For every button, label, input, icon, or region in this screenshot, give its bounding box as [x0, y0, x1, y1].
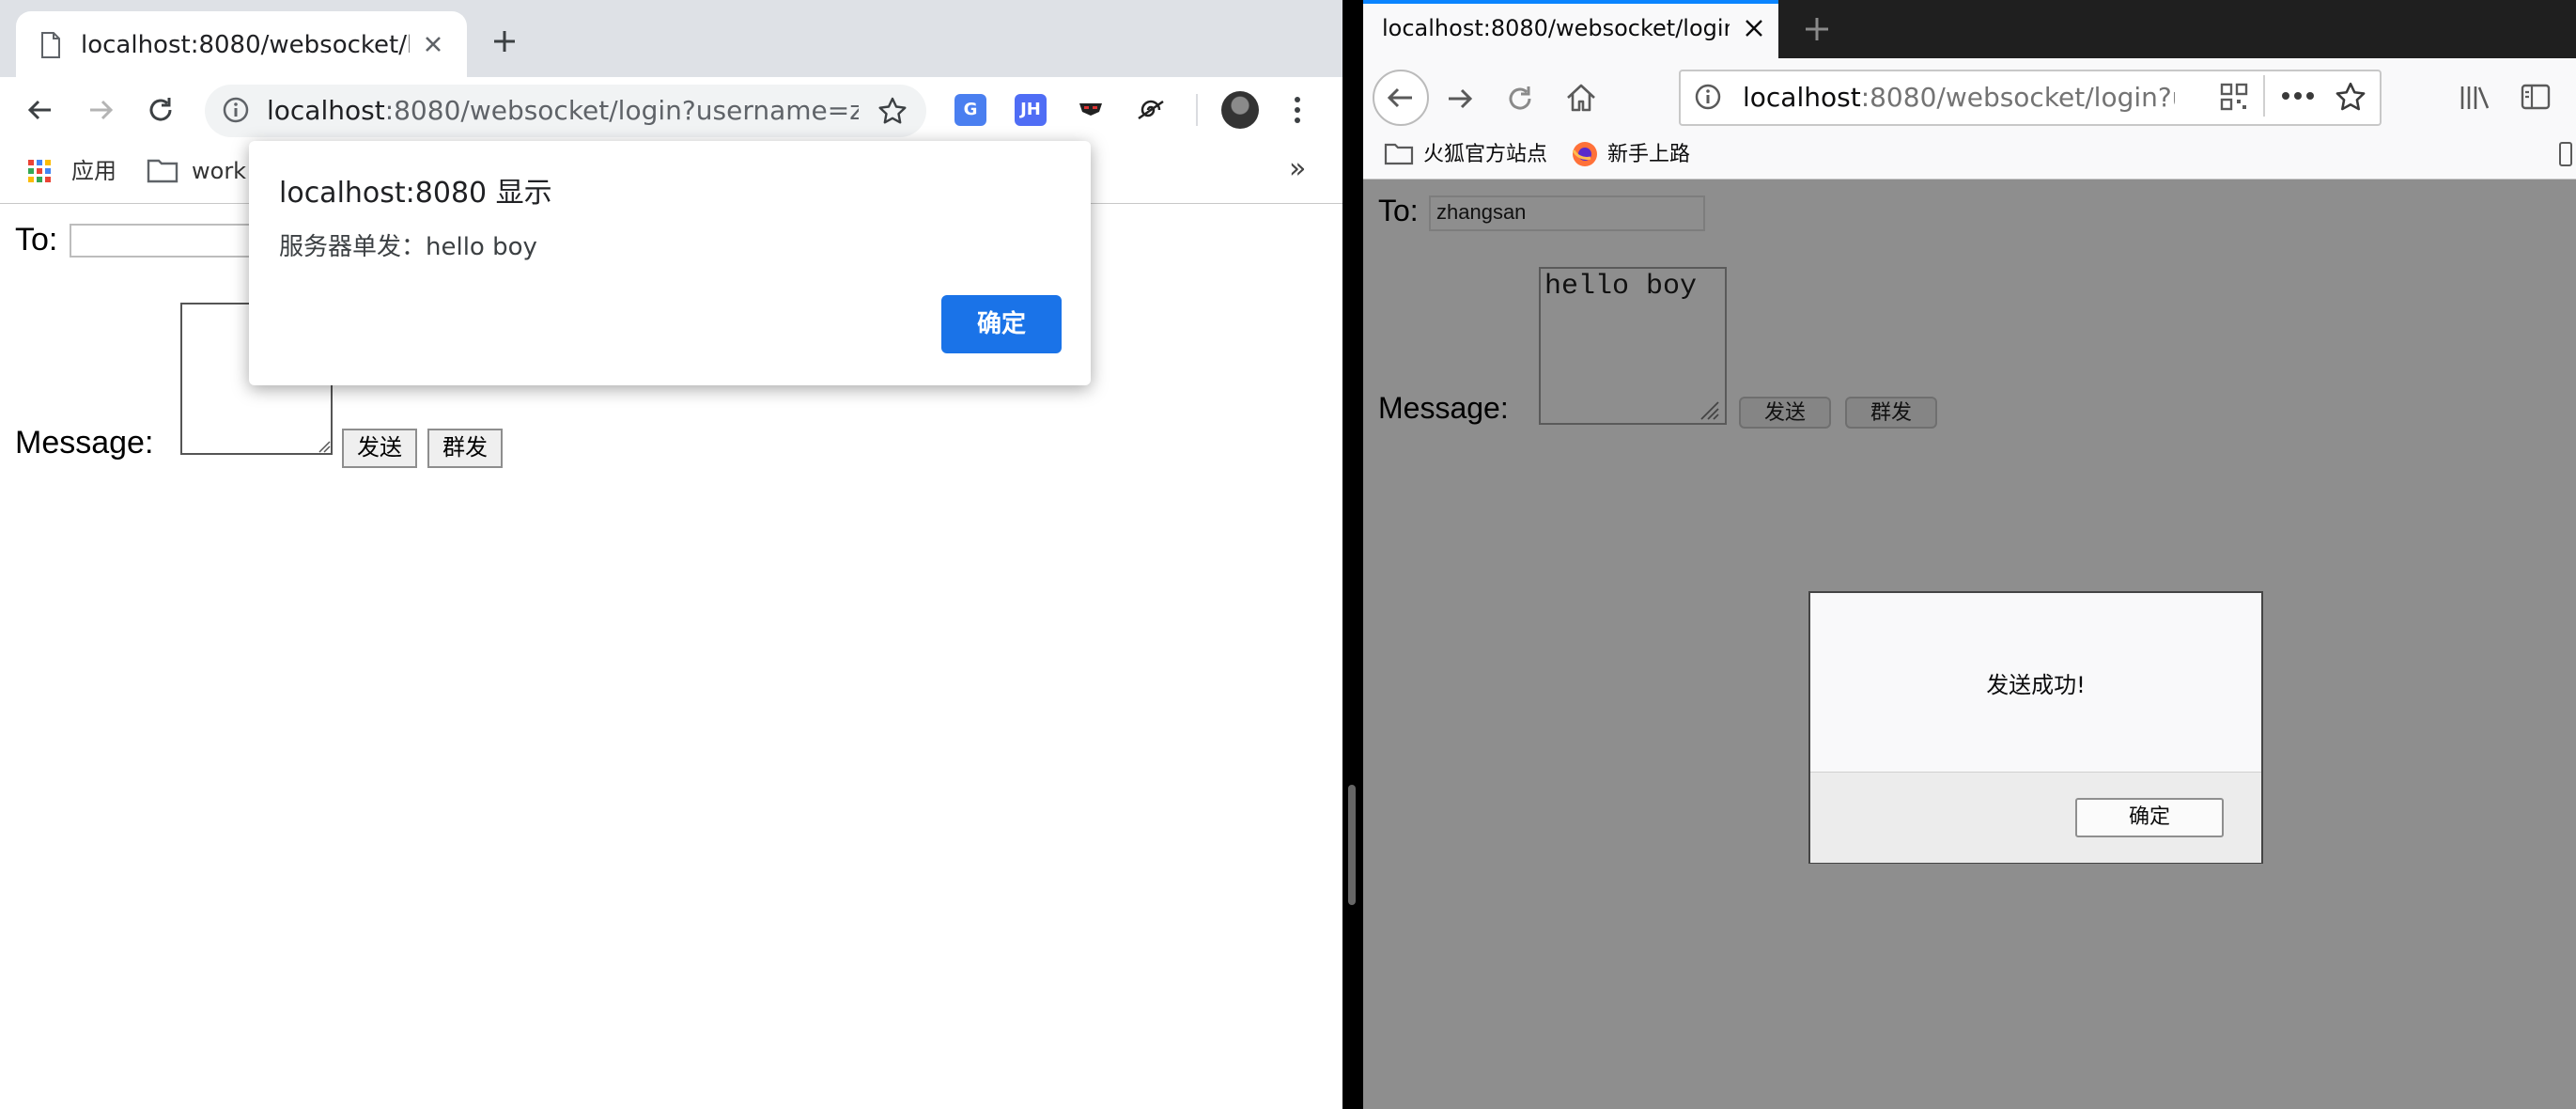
reload-icon[interactable] — [145, 94, 177, 126]
apps-grid-icon[interactable] — [26, 158, 53, 184]
split-grip[interactable] — [1348, 785, 1356, 905]
urlbar-divider — [2263, 75, 2265, 117]
firefox-alert-dialog: 发送成功! 确定 — [1808, 591, 2263, 864]
close-icon[interactable] — [421, 32, 445, 56]
url-host: localhost — [1743, 82, 1861, 113]
dialog-message: 发送成功! — [1986, 672, 2086, 698]
alert-title: localhost:8080 显示 — [279, 177, 552, 210]
firefox-tab-title: localhost:8080/websocket/login?username=… — [1382, 15, 1730, 41]
to-label: To: — [1378, 194, 1419, 227]
message-label: Message: — [1378, 391, 1509, 425]
alert-message: 服务器单发：hello boy — [279, 233, 537, 261]
home-icon[interactable] — [1564, 81, 1598, 115]
alert-ok-button[interactable]: 确定 — [941, 295, 1062, 353]
close-icon[interactable] — [1743, 17, 1765, 39]
back-arrow-icon[interactable] — [24, 94, 56, 126]
chrome-tab-title: localhost:8080/websocket/login?username=… — [81, 31, 410, 59]
to-input[interactable]: zhangsan — [1429, 195, 1705, 231]
library-icon[interactable] — [2459, 83, 2491, 113]
info-icon[interactable] — [1694, 83, 1722, 111]
bookmark-work[interactable]: work — [192, 155, 246, 187]
folder-icon — [147, 157, 178, 183]
overflow-device-icon[interactable] — [2558, 141, 2573, 167]
resize-grip-icon[interactable] — [318, 440, 331, 453]
chrome-alert-dialog: localhost:8080 显示 服务器单发：hello boy 确定 — [249, 141, 1091, 385]
jh-extension-label: JH — [1020, 100, 1041, 119]
bookmark-star-icon[interactable] — [877, 96, 908, 126]
menu-kebab-icon[interactable] — [1293, 94, 1302, 126]
firefox-logo-icon — [1572, 141, 1598, 167]
spiral-extension-icon[interactable] — [1135, 94, 1167, 126]
new-tab-icon[interactable] — [1803, 15, 1831, 43]
back-button[interactable] — [1373, 70, 1429, 126]
new-tab-icon[interactable] — [491, 28, 518, 55]
reload-icon[interactable] — [1504, 83, 1536, 115]
toolbar-divider — [1196, 94, 1198, 126]
message-label: Message: — [15, 425, 154, 461]
forward-arrow-icon[interactable] — [1444, 83, 1476, 115]
mask-extension-icon[interactable] — [1075, 94, 1107, 126]
url-path: :8080/websocket/login?username=z... — [384, 95, 859, 126]
forward-arrow-icon[interactable] — [85, 94, 116, 126]
broadcast-button[interactable]: 群发 — [427, 429, 503, 468]
page-actions-icon[interactable] — [2280, 86, 2316, 105]
qr-code-icon[interactable] — [2220, 83, 2248, 111]
send-button[interactable]: 发送 — [1739, 397, 1831, 429]
bookmarks-more[interactable]: » — [1289, 152, 1306, 185]
jh-extension-icon[interactable]: JH — [1015, 94, 1047, 126]
avatar[interactable] — [1221, 91, 1259, 129]
bookmark-apps[interactable]: 应用 — [71, 155, 116, 187]
url-text: localhost:8080/websocket/login?us — [1743, 79, 2175, 117]
folder-icon — [1384, 141, 1414, 165]
document-icon — [39, 32, 62, 58]
broadcast-button[interactable]: 群发 — [1845, 397, 1937, 429]
to-label: To: — [15, 222, 58, 258]
translate-extension-label: G — [963, 100, 978, 119]
url-host: localhost — [267, 95, 385, 126]
bookmark-firefox-sites[interactable]: 火狐官方站点 — [1423, 137, 1547, 173]
bookmark-star-icon[interactable] — [2335, 81, 2367, 113]
sidebar-icon[interactable] — [2521, 83, 2551, 111]
send-button[interactable]: 发送 — [342, 429, 417, 468]
url-text: localhost:8080/websocket/login?username=… — [267, 92, 859, 130]
window-split-divider[interactable] — [1342, 0, 1363, 1109]
bookmark-getting-started[interactable]: 新手上路 — [1607, 137, 1690, 173]
resize-grip-icon[interactable] — [1698, 398, 1720, 421]
info-icon[interactable] — [222, 96, 250, 124]
translate-extension-icon[interactable]: G — [954, 94, 986, 126]
chrome-window: localhost:8080/websocket/login?username=… — [0, 0, 1342, 1109]
url-path: :8080/websocket/login?us — [1860, 82, 2175, 113]
firefox-window: localhost:8080/websocket/login?username=… — [1363, 0, 2576, 1109]
dialog-ok-button[interactable]: 确定 — [2075, 798, 2224, 837]
